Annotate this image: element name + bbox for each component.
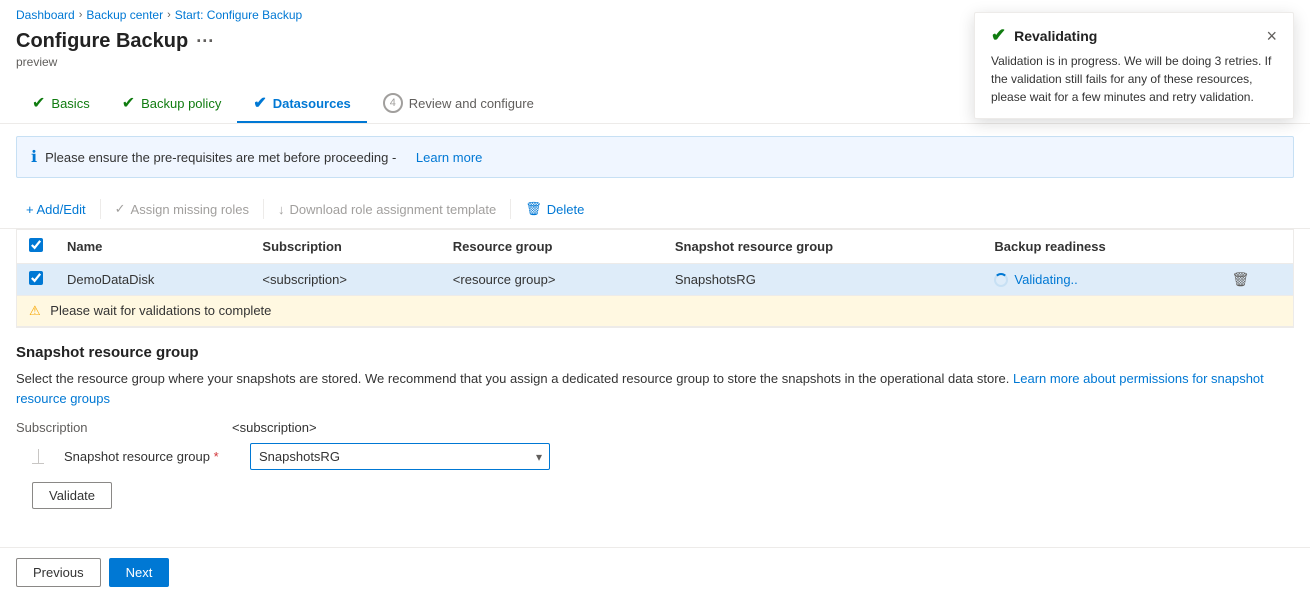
- assign-roles-check-icon: ✓: [115, 201, 126, 217]
- snapshot-section: Snapshot resource group Select the resou…: [0, 328, 1310, 533]
- col-header-resource-group: Resource group: [441, 230, 663, 264]
- data-table-container: Name Subscription Resource group Snapsho…: [16, 229, 1294, 328]
- info-icon: ℹ: [31, 147, 37, 167]
- toast-body: Validation is in progress. We will be do…: [991, 52, 1277, 106]
- col-header-actions: [1220, 230, 1293, 264]
- assign-missing-roles-button[interactable]: ✓ Assign missing roles: [105, 196, 259, 222]
- toast-title: Revalidating: [1014, 28, 1097, 44]
- tab-basics[interactable]: ✔ Basics: [16, 85, 106, 123]
- breadcrumb-dashboard[interactable]: Dashboard: [16, 8, 75, 22]
- breadcrumb-sep-2: ›: [167, 9, 171, 21]
- breadcrumb-configure-backup[interactable]: Start: Configure Backup: [175, 8, 302, 22]
- delete-icon: 🗑: [525, 201, 542, 217]
- tab-review-label: Review and configure: [409, 96, 534, 111]
- table-row: DemoDataDisk <subscription> <resource gr…: [17, 264, 1293, 296]
- page-title-text: Configure Backup: [16, 30, 188, 53]
- breadcrumb-backup-center[interactable]: Backup center: [86, 8, 163, 22]
- warning-triangle-icon: ⚠: [29, 303, 41, 318]
- tab-backup-policy[interactable]: ✔ Backup policy: [106, 85, 238, 123]
- validating-spinner: [994, 273, 1008, 287]
- row-backup-readiness: Validating..: [982, 264, 1219, 296]
- page-title-more-button[interactable]: ···: [196, 31, 214, 52]
- subscription-value: <subscription>: [232, 420, 317, 435]
- next-button[interactable]: Next: [109, 558, 170, 587]
- snapshot-rg-label: Snapshot resource group *: [64, 449, 234, 464]
- tab-basics-label: Basics: [51, 96, 89, 111]
- row-delete-cell: 🗑: [1220, 264, 1293, 296]
- breadcrumb-sep-1: ›: [79, 9, 83, 21]
- tab-datasources[interactable]: ✔ Datasources: [237, 85, 366, 123]
- row-snapshot-rg: SnapshotsRG: [663, 264, 983, 296]
- toast-check-icon: ✔: [991, 25, 1006, 46]
- select-all-checkbox[interactable]: [29, 238, 43, 252]
- download-template-button[interactable]: ↓ Download role assignment template: [268, 197, 506, 222]
- warning-row: ⚠ Please wait for validations to complet…: [17, 296, 1293, 327]
- delete-label: Delete: [547, 202, 585, 217]
- col-header-backup-readiness: Backup readiness: [982, 230, 1219, 264]
- snapshot-section-title: Snapshot resource group: [16, 344, 1294, 361]
- info-bar-learn-more-link[interactable]: Learn more: [416, 150, 482, 165]
- add-edit-label: + Add/Edit: [26, 202, 86, 217]
- row-resource-group: <resource group>: [441, 264, 663, 296]
- warning-text: Please wait for validations to complete: [50, 303, 271, 318]
- row-resource-group-value: <resource group>: [453, 272, 556, 287]
- warning-cell: ⚠ Please wait for validations to complet…: [17, 296, 1293, 327]
- footer: Previous Next: [0, 547, 1310, 597]
- toolbar-sep-1: [100, 199, 101, 219]
- toolbar-sep-3: [510, 199, 511, 219]
- row-name: DemoDataDisk: [55, 264, 250, 296]
- snapshot-section-desc-text: Select the resource group where your sna…: [16, 371, 1009, 386]
- add-edit-button[interactable]: + Add/Edit: [16, 197, 96, 222]
- download-icon: ↓: [278, 202, 285, 217]
- datasources-table: Name Subscription Resource group Snapsho…: [17, 230, 1293, 327]
- tab-review[interactable]: 4 Review and configure: [367, 85, 550, 123]
- toolbar-sep-2: [263, 199, 264, 219]
- delete-button[interactable]: 🗑 Delete: [515, 196, 594, 222]
- tab-review-num: 4: [383, 93, 403, 113]
- row-checkbox[interactable]: [29, 271, 43, 285]
- snapshot-rg-select[interactable]: SnapshotsRG: [250, 443, 550, 470]
- row-subscription: <subscription>: [250, 264, 440, 296]
- snapshot-section-desc: Select the resource group where your sna…: [16, 369, 1294, 408]
- tab-basics-check-icon: ✔: [32, 93, 45, 113]
- tab-backup-policy-check-icon: ✔: [122, 93, 135, 113]
- toast-close-button[interactable]: ×: [1266, 27, 1277, 45]
- col-header-subscription: Subscription: [250, 230, 440, 264]
- row-delete-icon[interactable]: 🗑: [1232, 271, 1250, 287]
- validate-button[interactable]: Validate: [32, 482, 112, 509]
- tab-datasources-label: Datasources: [273, 96, 351, 111]
- toolbar: + Add/Edit ✓ Assign missing roles ↓ Down…: [0, 190, 1310, 229]
- previous-button[interactable]: Previous: [16, 558, 101, 587]
- tab-backup-policy-label: Backup policy: [141, 96, 221, 111]
- required-star: *: [214, 449, 219, 464]
- assign-roles-label: Assign missing roles: [131, 202, 250, 217]
- download-template-label: Download role assignment template: [290, 202, 497, 217]
- col-header-name: Name: [55, 230, 250, 264]
- col-header-snapshot-rg: Snapshot resource group: [663, 230, 983, 264]
- subscription-label: Subscription: [16, 420, 216, 435]
- tab-datasources-check-icon: ✔: [253, 93, 266, 113]
- row-checkbox-cell: [17, 264, 55, 296]
- table-header-checkbox-col: [17, 230, 55, 264]
- validating-text: Validating..: [1014, 272, 1077, 287]
- info-bar-text: Please ensure the pre-requisites are met…: [45, 150, 396, 165]
- info-bar: ℹ Please ensure the pre-requisites are m…: [16, 136, 1294, 178]
- snapshot-rg-select-wrapper: SnapshotsRG: [250, 443, 550, 470]
- toast-notification: ✔ Revalidating × Validation is in progre…: [974, 12, 1294, 119]
